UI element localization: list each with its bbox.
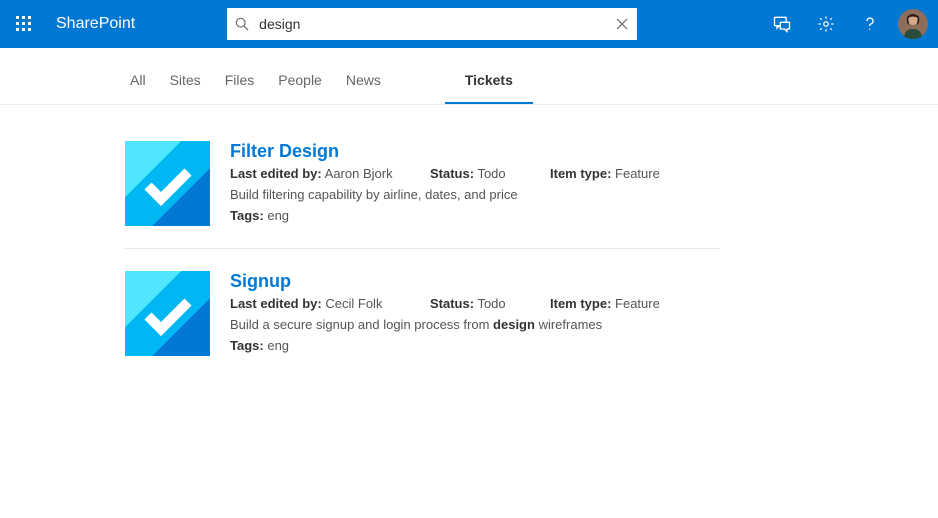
header-actions (760, 0, 938, 48)
meta-label-status: Status: (430, 166, 474, 181)
result-description: Build a secure signup and login process … (230, 317, 720, 332)
result-thumbnail (125, 141, 210, 226)
meta-value-status: Todo (477, 296, 505, 311)
tab-all[interactable]: All (130, 72, 146, 104)
gear-icon (817, 15, 835, 33)
meta-value-status: Todo (477, 166, 505, 181)
result-title-link[interactable]: Filter Design (230, 141, 720, 162)
result-item: Filter Design Last edited by: Aaron Bjor… (125, 141, 720, 249)
meta-label-editor: Last edited by: (230, 296, 322, 311)
meta-label-editor: Last edited by: (230, 166, 322, 181)
close-icon (615, 17, 629, 31)
avatar-image (898, 9, 928, 39)
search-results: Filter Design Last edited by: Aaron Bjor… (0, 105, 720, 378)
result-description: Build filtering capability by airline, d… (230, 187, 720, 202)
meta-label-status: Status: (430, 296, 474, 311)
tab-files[interactable]: Files (225, 72, 255, 104)
clear-search-button[interactable] (615, 17, 629, 31)
search-tabs: All Sites Files People News Tickets (130, 48, 938, 104)
result-tags: Tags: eng (230, 338, 720, 353)
app-launcher-button[interactable] (0, 0, 48, 48)
help-icon (861, 15, 879, 33)
result-title-link[interactable]: Signup (230, 271, 720, 292)
result-item: Signup Last edited by: Cecil Folk Status… (125, 271, 720, 378)
chat-icon (772, 14, 792, 34)
checkmark-icon (143, 166, 193, 206)
feedback-button[interactable] (760, 0, 804, 48)
search-icon (235, 17, 249, 31)
result-body: Signup Last edited by: Cecil Folk Status… (230, 271, 720, 356)
meta-value-editor: Aaron Bjork (325, 166, 393, 181)
tab-tickets[interactable]: Tickets (445, 72, 533, 104)
checkmark-icon (143, 296, 193, 336)
settings-button[interactable] (804, 0, 848, 48)
tab-sites[interactable]: Sites (170, 72, 201, 104)
app-name: SharePoint (56, 15, 135, 33)
meta-label-type: Item type: (550, 166, 611, 181)
meta-value-editor: Cecil Folk (325, 296, 382, 311)
result-body: Filter Design Last edited by: Aaron Bjor… (230, 141, 720, 226)
tab-people[interactable]: People (278, 72, 322, 104)
user-avatar[interactable] (898, 9, 928, 39)
search-tabs-bar: All Sites Files People News Tickets (0, 48, 938, 105)
app-header: SharePoint (0, 0, 938, 48)
help-button[interactable] (848, 0, 892, 48)
result-thumbnail (125, 271, 210, 356)
meta-value-type: Feature (615, 166, 660, 181)
result-meta: Last edited by: Aaron Bjork Status: Todo… (230, 166, 720, 181)
waffle-icon (16, 16, 32, 32)
result-meta: Last edited by: Cecil Folk Status: Todo … (230, 296, 720, 311)
meta-label-type: Item type: (550, 296, 611, 311)
result-tags: Tags: eng (230, 208, 720, 223)
tab-news[interactable]: News (346, 72, 381, 104)
search-input[interactable] (257, 15, 615, 33)
meta-value-type: Feature (615, 296, 660, 311)
search-box[interactable] (227, 8, 637, 40)
